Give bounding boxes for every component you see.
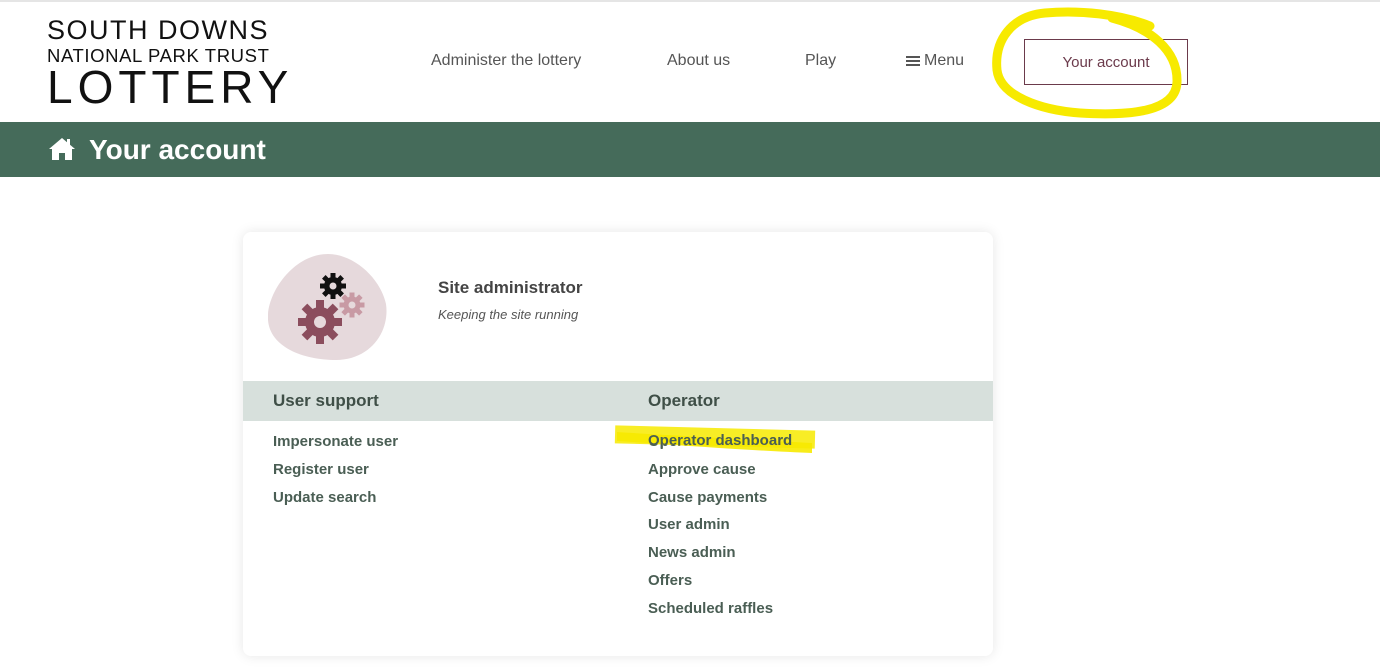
link-impersonate-user[interactable]: Impersonate user [273, 432, 398, 460]
site-logo[interactable]: SOUTH DOWNS NATIONAL PARK TRUST LOTTERY [47, 15, 294, 113]
page-title: Your account [89, 134, 266, 165]
role-title: Site administrator [438, 278, 583, 297]
section-header-bar: User support Operator [243, 381, 993, 421]
link-scheduled-raffles[interactable]: Scheduled raffles [648, 599, 792, 627]
link-approve-cause[interactable]: Approve cause [648, 460, 792, 488]
logo-line-1: SOUTH DOWNS [47, 15, 269, 45]
site-header: SOUTH DOWNS NATIONAL PARK TRUST LOTTERY … [0, 2, 1380, 122]
operator-links: Operator dashboard Approve cause Cause p… [648, 432, 792, 627]
home-icon[interactable] [48, 137, 76, 161]
operator-heading: Operator [648, 391, 720, 410]
logo-line-3: LOTTERY [47, 61, 294, 113]
hamburger-icon [906, 55, 920, 67]
link-news-admin[interactable]: News admin [648, 543, 792, 571]
link-register-user[interactable]: Register user [273, 460, 398, 488]
admin-card: Site administrator Keeping the site runn… [243, 232, 993, 656]
page-banner: Your account [0, 122, 1380, 177]
nav-administer-lottery[interactable]: Administer the lottery [431, 52, 581, 70]
link-update-search[interactable]: Update search [273, 488, 398, 516]
your-account-label: Your account [1062, 53, 1150, 71]
nav-menu-label: Menu [924, 52, 965, 69]
link-operator-dashboard-overlay[interactable]: Operator dashboard [648, 432, 792, 449]
link-user-admin[interactable]: User admin [648, 515, 792, 543]
user-support-heading: User support [273, 391, 379, 410]
nav-play[interactable]: Play [805, 52, 836, 70]
link-offers[interactable]: Offers [648, 571, 792, 599]
nav-menu-button[interactable]: Menu [906, 52, 964, 70]
nav-about-us[interactable]: About us [667, 52, 730, 70]
your-account-button[interactable]: Your account [1024, 39, 1188, 85]
role-subtitle: Keeping the site running [438, 307, 579, 322]
link-cause-payments[interactable]: Cause payments [648, 488, 792, 516]
gears-icon [268, 254, 387, 360]
user-support-links: Impersonate user Register user Update se… [273, 432, 398, 515]
